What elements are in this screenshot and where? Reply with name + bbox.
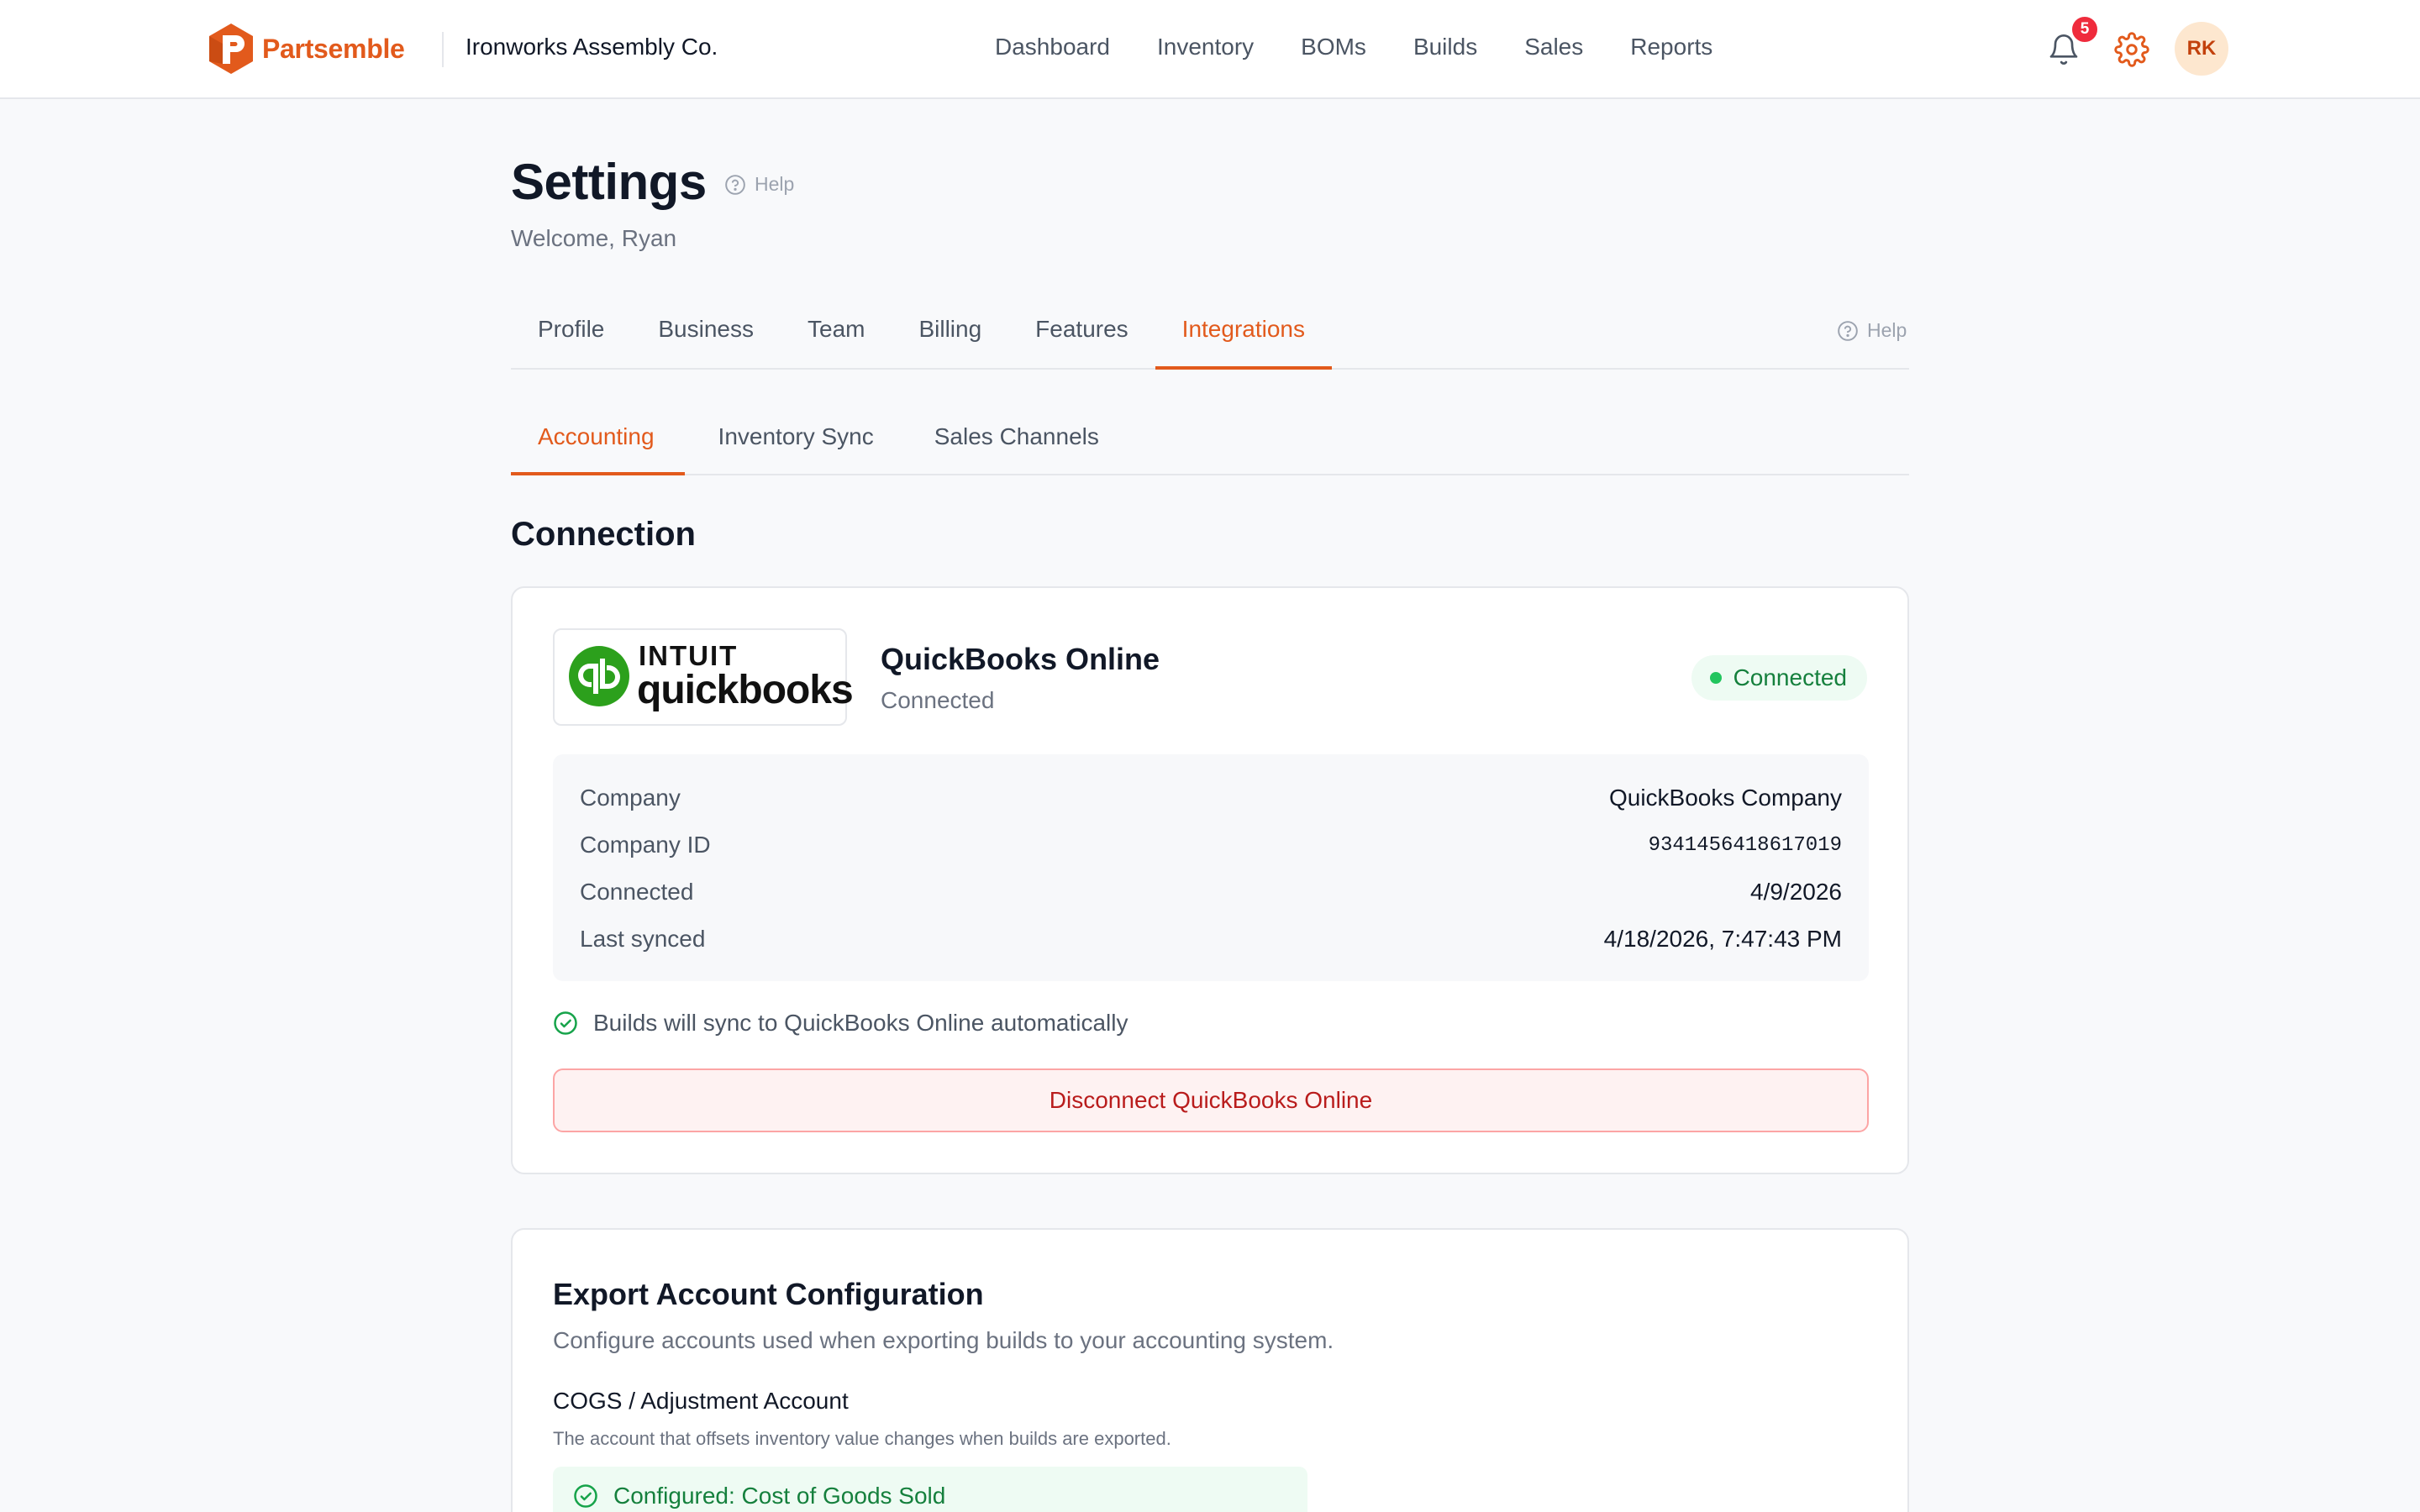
main-nav: Dashboard Inventory BOMs Builds Sales Re… xyxy=(995,34,1712,60)
user-avatar[interactable]: RK xyxy=(2175,22,2228,76)
detail-label: Connected xyxy=(580,879,694,905)
quickbooks-logo-word: quickbooks xyxy=(637,668,854,712)
configured-text: Configured: Cost of Goods Sold xyxy=(613,1483,946,1509)
settings-tabs: Profile Business Team Billing Features I… xyxy=(511,294,1909,370)
cogs-configured-status[interactable]: Configured: Cost of Goods Sold xyxy=(553,1467,1307,1512)
top-bar: Partsemble Ironworks Assembly Co. Dashbo… xyxy=(0,0,2420,99)
detail-row-last-synced: Last synced 4/18/2026, 7:47:43 PM xyxy=(580,922,1842,956)
welcome-text: Welcome, Ryan xyxy=(511,225,677,251)
help-link-title[interactable]: Help xyxy=(724,173,794,196)
help-label: Help xyxy=(1867,319,1907,341)
check-circle-icon xyxy=(574,1484,597,1508)
cogs-account-help: The account that offsets inventory value… xyxy=(553,1428,1171,1449)
nav-dashboard[interactable]: Dashboard xyxy=(995,34,1110,60)
tab-sales-channels[interactable]: Sales Channels xyxy=(901,400,1126,475)
detail-value: 4/9/2026 xyxy=(1750,879,1842,905)
detail-label: Company ID xyxy=(580,832,711,858)
nav-inventory[interactable]: Inventory xyxy=(1157,34,1254,60)
export-config-card: Export Account Configuration Configure a… xyxy=(511,1228,1909,1512)
status-dot-icon xyxy=(1709,672,1722,684)
provider-name: QuickBooks Online xyxy=(881,642,1160,676)
status-badge-label: Connected xyxy=(1733,664,1847,690)
connection-status-badge: Connected xyxy=(1691,655,1867,701)
notification-badge: 5 xyxy=(2070,15,2099,44)
provider-status: Connected xyxy=(881,687,995,713)
help-circle-icon xyxy=(1838,320,1858,341)
tab-inventory-sync[interactable]: Inventory Sync xyxy=(685,400,901,475)
brand-name: Partsemble xyxy=(262,33,405,64)
quickbooks-icon xyxy=(569,646,629,706)
check-circle-icon xyxy=(554,1011,577,1035)
connection-details: Company QuickBooks Company Company ID 93… xyxy=(553,754,1869,981)
tab-integrations[interactable]: Integrations xyxy=(1155,294,1332,370)
detail-label: Last synced xyxy=(580,926,706,952)
cogs-account-label: COGS / Adjustment Account xyxy=(553,1388,849,1414)
detail-row-connected: Connected 4/9/2026 xyxy=(580,875,1842,909)
tab-business[interactable]: Business xyxy=(631,294,781,370)
integration-tabs: Accounting Inventory Sync Sales Channels xyxy=(511,400,1909,475)
detail-value: 9341456418617019 xyxy=(1648,833,1842,857)
quickbooks-logo: INTUIT quickbooks xyxy=(553,628,854,726)
detail-value: QuickBooks Company xyxy=(1608,785,1842,811)
tab-features[interactable]: Features xyxy=(1008,294,1155,370)
detail-value: 4/18/2026, 7:47:43 PM xyxy=(1603,926,1842,952)
connection-card: INTUIT quickbooks QuickBooks Online Conn… xyxy=(511,586,1909,1174)
detail-label: Company xyxy=(580,785,681,811)
export-description: Configure accounts used when exporting b… xyxy=(553,1327,1334,1353)
section-title-connection: Connection xyxy=(511,516,696,553)
detail-row-company-id: Company ID 9341456418617019 xyxy=(580,828,1842,862)
tab-team[interactable]: Team xyxy=(781,294,892,370)
brand[interactable]: Partsemble xyxy=(207,22,405,76)
help-link-tabs[interactable]: Help xyxy=(1837,319,1907,342)
nav-sales[interactable]: Sales xyxy=(1524,34,1583,60)
detail-row-company: Company QuickBooks Company xyxy=(580,781,1842,815)
gear-icon[interactable] xyxy=(2114,32,2149,67)
company-name: Ironworks Assembly Co. xyxy=(466,34,718,60)
help-label: Help xyxy=(755,173,795,195)
tab-profile[interactable]: Profile xyxy=(511,294,631,370)
sync-note-text: Builds will sync to QuickBooks Online au… xyxy=(593,1010,1128,1036)
nav-reports[interactable]: Reports xyxy=(1630,34,1712,60)
tab-billing[interactable]: Billing xyxy=(892,294,1008,370)
help-circle-icon xyxy=(725,174,745,195)
export-title: Export Account Configuration xyxy=(553,1277,984,1311)
disconnect-button[interactable]: Disconnect QuickBooks Online xyxy=(553,1068,1869,1132)
page-title: Settings xyxy=(511,154,707,210)
tab-accounting[interactable]: Accounting xyxy=(511,400,685,475)
nav-builds[interactable]: Builds xyxy=(1413,34,1477,60)
sync-note: Builds will sync to QuickBooks Online au… xyxy=(553,1010,1128,1037)
nav-boms[interactable]: BOMs xyxy=(1301,34,1366,60)
partsemble-logo-icon xyxy=(209,24,253,74)
brand-divider xyxy=(442,32,444,67)
